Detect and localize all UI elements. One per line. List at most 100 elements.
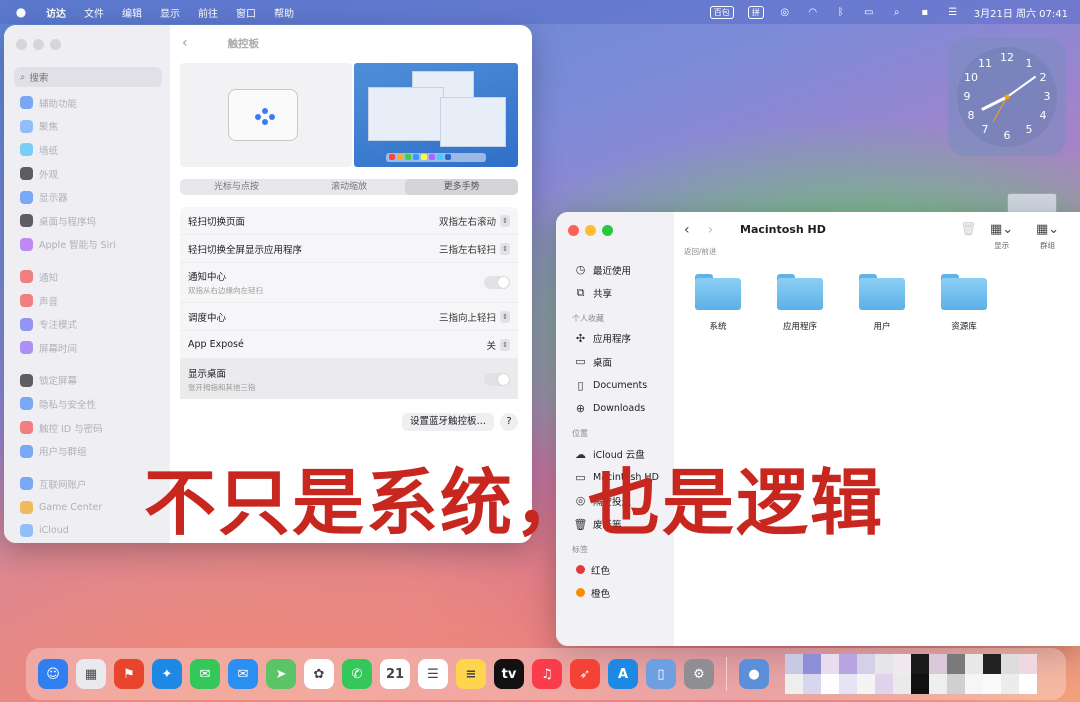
clock-widget[interactable]: 12 1 2 3 4 5 6 7 8 9 10 11 <box>948 38 1066 156</box>
menu-file[interactable]: 文件 <box>84 5 104 20</box>
launchpad-app-icon[interactable]: ▦ <box>76 659 106 689</box>
bluetooth-icon[interactable]: ᛒ <box>834 6 848 18</box>
sidebar-item[interactable]: 通知 <box>4 265 170 289</box>
setup-bluetooth-trackpad-button[interactable]: 设置蓝牙触控板… <box>402 413 495 431</box>
sidebar-item[interactable]: 辅助功能 <box>4 91 170 115</box>
zoom-button[interactable] <box>50 39 61 50</box>
safari-app-icon[interactable]: ✦ <box>152 659 182 689</box>
close-button[interactable] <box>16 39 27 50</box>
downloads-stack-icon[interactable]: ● <box>739 659 769 689</box>
menu-app-name[interactable]: 访达 <box>46 5 66 20</box>
search-placeholder: 搜索 <box>29 73 49 84</box>
phone-app-icon[interactable]: ✆ <box>342 659 372 689</box>
forward-chevron-icon[interactable]: › <box>708 222 714 238</box>
popup-swipe-fullscreen[interactable]: 三指左右轻扫 ⇕ <box>439 242 510 256</box>
sidebar-item[interactable]: 聚焦 <box>4 115 170 139</box>
folder-item[interactable]: 应用程序 <box>776 274 824 332</box>
show-desktop-toggle[interactable] <box>484 372 510 386</box>
zoom-button[interactable] <box>602 225 613 236</box>
finder-sidebar-item[interactable]: ◷ 最近使用 <box>556 258 674 281</box>
notes-app-icon[interactable]: ≡ <box>456 659 486 689</box>
sidebar-item[interactable]: 外观 <box>4 162 170 186</box>
sidebar-item[interactable]: 锁定屏幕 <box>4 369 170 393</box>
preview-app-icon[interactable]: ▯ <box>646 659 676 689</box>
delete-toolbar-button[interactable]: 🗑 <box>960 222 977 240</box>
sidebar-item[interactable]: 墙纸 <box>4 138 170 162</box>
menu-window[interactable]: 窗口 <box>236 5 256 20</box>
finder-sidebar-item[interactable]: ⊕ Downloads <box>556 397 674 420</box>
menu-datetime[interactable]: 3月21日 周六 07:41 <box>974 5 1068 20</box>
back-chevron-icon[interactable]: ‹ <box>182 35 188 51</box>
setting-row-mission-control[interactable]: 调度中心 三指向上轻扫 ⇕ <box>180 303 518 331</box>
sidebar-item[interactable]: Apple 智能与 Siri <box>4 233 170 257</box>
maps-app-icon[interactable]: ➤ <box>266 659 296 689</box>
app-store-app-icon[interactable]: A <box>608 659 638 689</box>
settings-category-icon <box>20 190 33 204</box>
finder-sidebar-label: 应用程序 <box>593 334 632 346</box>
folder-item[interactable]: 用户 <box>858 274 906 332</box>
sidebar-item[interactable]: 屏幕时间 <box>4 336 170 360</box>
search-icon[interactable]: ⌕ <box>890 6 904 18</box>
notification-center-toggle[interactable] <box>484 276 510 289</box>
menu-go[interactable]: 前往 <box>198 5 218 20</box>
settings-category-icon <box>20 373 33 387</box>
input-method-indicator[interactable]: 拼 <box>747 5 764 19</box>
control-center-icon[interactable]: ☰ <box>946 6 960 18</box>
help-button[interactable]: ? <box>500 413 518 431</box>
sidebar-item[interactable]: 声音 <box>4 289 170 313</box>
messages-app-icon[interactable]: ✉ <box>190 659 220 689</box>
clock-hands <box>981 76 1036 123</box>
setting-row-swipe-pages[interactable]: 轻扫切换页面 双指左右滚动 ⇕ <box>180 207 518 235</box>
sidebar-item[interactable]: 显示器 <box>4 185 170 209</box>
finder-sidebar-item[interactable]: ✣ 应用程序 <box>556 327 674 350</box>
setting-row-notification-center[interactable]: 通知中心 双指从右边缘向左轻扫 <box>180 263 518 303</box>
battery-icon[interactable]: ▭ <box>862 6 876 18</box>
close-button[interactable] <box>568 225 579 236</box>
popup-swipe-pages[interactable]: 双指左右滚动 ⇕ <box>439 214 510 228</box>
finder-tag-label: 橙色 <box>591 588 611 600</box>
flag-app-icon[interactable]: ⚑ <box>114 659 144 689</box>
menu-view[interactable]: 显示 <box>160 5 180 20</box>
finder-app-icon[interactable]: ☺ <box>38 659 68 689</box>
flag-status-icon[interactable]: ▪ <box>918 6 932 18</box>
sidebar-item[interactable]: 触控 ID 与密码 <box>4 416 170 440</box>
sidebar-item[interactable]: 桌面与程序坞 <box>4 209 170 233</box>
mail-app-icon[interactable]: ✉ <box>228 659 258 689</box>
minimize-button[interactable] <box>33 39 44 50</box>
music-app-icon[interactable]: ♫ <box>532 659 562 689</box>
finder-sidebar-item[interactable]: ▭ 桌面 <box>556 350 674 373</box>
reminders-app-icon[interactable]: ☰ <box>418 659 448 689</box>
menu-edit[interactable]: 编辑 <box>122 5 142 20</box>
airdrop-status-icon[interactable]: ◎ <box>778 6 792 18</box>
tv-app-icon[interactable]: tv <box>494 659 524 689</box>
tab-more-gestures[interactable]: 更多手势 <box>405 179 519 195</box>
group-toolbar-button[interactable]: ▦⌄ 群组 <box>1036 222 1059 251</box>
finder-tag-item[interactable]: 橙色 <box>556 581 674 604</box>
setting-row-show-desktop[interactable]: 显示桌面 张开拇指和其他三指 <box>180 359 518 399</box>
system-settings-app-icon[interactable]: ⚙ <box>684 659 714 689</box>
popup-mission-control[interactable]: 三指向上轻扫 ⇕ <box>439 310 510 324</box>
menu-help[interactable]: 帮助 <box>274 5 294 20</box>
setting-row-app-expose[interactable]: App Exposé 关 ⇕ <box>180 331 518 359</box>
wifi-icon[interactable]: ◠ <box>806 6 820 18</box>
tab-point-click[interactable]: 光标与点按 <box>180 179 293 195</box>
sidebar-item[interactable]: 专注模式 <box>4 312 170 336</box>
photos-app-icon[interactable]: ✿ <box>304 659 334 689</box>
rocket-app-icon[interactable]: ➶ <box>570 659 600 689</box>
finder-sidebar-item[interactable]: ⧉ 共享 <box>556 281 674 304</box>
view-toolbar-button[interactable]: ▦⌄ 显示 <box>990 222 1013 251</box>
minimize-button[interactable] <box>585 225 596 236</box>
status-badge[interactable]: 百包 <box>709 5 734 19</box>
finder-sidebar-item[interactable]: ▯ Documents <box>556 374 674 397</box>
popup-app-expose[interactable]: 关 ⇕ <box>486 338 510 352</box>
calendar-app-icon[interactable]: 21 <box>380 659 410 689</box>
setting-row-swipe-fullscreen[interactable]: 轻扫切换全屏显示应用程序 三指左右轻扫 ⇕ <box>180 235 518 263</box>
apple-menu-icon[interactable]: ● <box>14 5 28 19</box>
settings-search-input[interactable]: ⌕ 搜索 <box>14 67 162 87</box>
sidebar-item[interactable]: 隐私与安全性 <box>4 392 170 416</box>
finder-tag-item[interactable]: 红色 <box>556 558 674 581</box>
folder-item[interactable]: 资源库 <box>940 274 988 332</box>
tab-scroll-zoom[interactable]: 滚动缩放 <box>293 179 406 195</box>
back-chevron-icon[interactable]: ‹ <box>684 222 690 238</box>
folder-item[interactable]: 系统 <box>694 274 742 332</box>
